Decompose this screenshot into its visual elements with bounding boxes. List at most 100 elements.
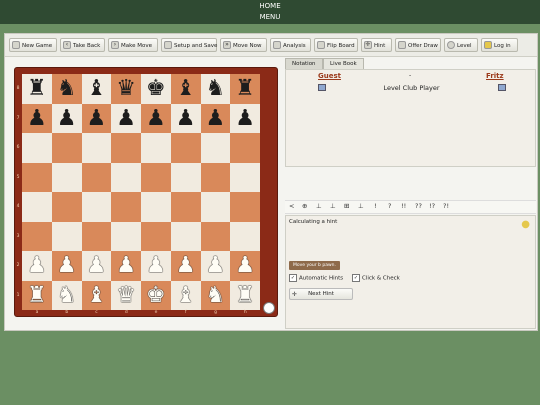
- white-queen-icon[interactable]: ♛: [111, 281, 141, 311]
- black-pawn-icon[interactable]: ♟: [82, 104, 112, 134]
- square-h5[interactable]: [230, 162, 260, 192]
- symbol-7[interactable]: !: [374, 202, 377, 210]
- square-b6[interactable]: [51, 133, 82, 163]
- black-pawn-icon[interactable]: ♟: [230, 104, 260, 134]
- square-h4[interactable]: [230, 192, 260, 222]
- white-knight-icon[interactable]: ♞: [201, 281, 231, 311]
- chess-board[interactable]: ♜ ♞ ♝ ♛ ♚ ♝ ♞ ♜ ♟ ♟ ♟ ♟ ♟ ♟ ♟ ♟ ♟ ♟ ♟ ♟ ♟ ♟ ♟ ♟ ♜ ♞ ♝ ♛ ♚ ♝ ♞ ♜: [22, 74, 260, 310]
- white-bishop-icon[interactable]: ♝: [82, 281, 112, 311]
- square-a4[interactable]: [22, 192, 52, 222]
- symbol-9[interactable]: !!: [401, 202, 406, 210]
- black-pawn-icon[interactable]: ♟: [201, 104, 231, 134]
- square-e4[interactable]: [141, 192, 171, 222]
- white-rook-icon[interactable]: ♜: [22, 281, 52, 311]
- square-d4[interactable]: [111, 192, 141, 222]
- log-in-button[interactable]: Log in: [481, 38, 518, 52]
- square-b3[interactable]: [51, 221, 82, 251]
- square-e5[interactable]: [141, 162, 171, 192]
- move-now-button[interactable]: » Move Now: [220, 38, 267, 52]
- symbol-4[interactable]: ⊥: [330, 202, 336, 210]
- black-pawn-icon[interactable]: ♟: [111, 104, 141, 134]
- menu-link[interactable]: MENU: [0, 12, 540, 23]
- square-a6[interactable]: [22, 133, 52, 163]
- flip-board-button[interactable]: Flip Board: [314, 38, 358, 52]
- white-pawn-icon[interactable]: ♟: [230, 251, 260, 281]
- symbol-5[interactable]: ⊞: [344, 202, 349, 210]
- white-pawn-icon[interactable]: ♟: [52, 251, 82, 281]
- white-king-icon[interactable]: ♚: [141, 281, 171, 311]
- symbol-11[interactable]: !?: [429, 202, 435, 210]
- black-pawn-icon[interactable]: ♟: [52, 104, 82, 134]
- new-game-button[interactable]: New Game: [9, 38, 57, 52]
- setup-save-button[interactable]: Setup and Save: [161, 38, 217, 52]
- white-pawn-icon[interactable]: ♟: [82, 251, 112, 281]
- white-pawn-icon[interactable]: ♟: [141, 251, 171, 281]
- hint-button[interactable]: ✛ Hint: [361, 38, 392, 52]
- symbol-12[interactable]: ?!: [443, 202, 449, 210]
- white-pawn-icon[interactable]: ♟: [171, 251, 201, 281]
- white-pawn-icon[interactable]: ♟: [201, 251, 231, 281]
- black-pawn-icon[interactable]: ♟: [141, 104, 171, 134]
- square-h3[interactable]: [230, 221, 260, 251]
- automatic-hints-checkbox[interactable]: ✓ Automatic Hints: [289, 274, 343, 282]
- black-rook-icon[interactable]: ♜: [22, 74, 52, 104]
- square-d3[interactable]: [111, 221, 141, 251]
- level-icon: [447, 41, 455, 49]
- black-king-icon[interactable]: ♚: [141, 74, 171, 104]
- hint-panel: Calculating a hint ● Move your b pawn. ✓…: [285, 215, 536, 329]
- square-f6[interactable]: [170, 133, 201, 163]
- square-c5[interactable]: [81, 162, 112, 192]
- symbol-1[interactable]: <: [289, 202, 294, 210]
- white-player-name[interactable]: Guest: [318, 72, 341, 80]
- square-b5[interactable]: [51, 162, 82, 192]
- square-g4[interactable]: [200, 192, 231, 222]
- black-bishop-icon[interactable]: ♝: [171, 74, 201, 104]
- black-knight-icon[interactable]: ♞: [201, 74, 231, 104]
- square-e3[interactable]: [141, 221, 171, 251]
- black-pawn-icon[interactable]: ♟: [22, 104, 52, 134]
- square-d5[interactable]: [111, 162, 141, 192]
- symbol-3[interactable]: ⊥: [316, 202, 322, 210]
- black-queen-icon[interactable]: ♛: [111, 74, 141, 104]
- white-rook-icon[interactable]: ♜: [230, 281, 260, 311]
- white-knight-icon[interactable]: ♞: [52, 281, 82, 311]
- black-pawn-icon[interactable]: ♟: [171, 104, 201, 134]
- square-d6[interactable]: [111, 133, 141, 163]
- white-pawn-icon[interactable]: ♟: [22, 251, 52, 281]
- analysis-button[interactable]: Analysis: [270, 38, 311, 52]
- home-link[interactable]: HOME: [0, 0, 540, 12]
- square-f5[interactable]: [170, 162, 201, 192]
- top-nav: HOME MENU: [0, 0, 540, 24]
- square-c3[interactable]: [81, 221, 112, 251]
- symbol-6[interactable]: ⊥: [358, 202, 364, 210]
- square-g3[interactable]: [200, 221, 231, 251]
- offer-draw-button[interactable]: Offer Draw: [395, 38, 441, 52]
- black-player-name[interactable]: Fritz: [486, 72, 504, 80]
- next-hint-button[interactable]: ✛ Next Hint: [289, 288, 353, 300]
- square-a5[interactable]: [22, 162, 52, 192]
- square-c4[interactable]: [81, 192, 112, 222]
- square-c6[interactable]: [81, 133, 112, 163]
- square-a3[interactable]: [22, 221, 52, 251]
- hint-move-button[interactable]: Move your b pawn.: [289, 261, 340, 270]
- make-move-button[interactable]: › Make Move: [108, 38, 158, 52]
- white-bishop-icon[interactable]: ♝: [171, 281, 201, 311]
- square-h6[interactable]: [230, 133, 260, 163]
- square-f3[interactable]: [170, 221, 201, 251]
- click-check-checkbox[interactable]: ✓ Click & Check: [352, 274, 400, 282]
- black-knight-icon[interactable]: ♞: [52, 74, 82, 104]
- symbol-2[interactable]: ⊕: [302, 202, 307, 210]
- square-f4[interactable]: [170, 192, 201, 222]
- white-pawn-icon[interactable]: ♟: [111, 251, 141, 281]
- new-game-icon: [12, 41, 20, 49]
- black-rook-icon[interactable]: ♜: [230, 74, 260, 104]
- symbol-8[interactable]: ?: [388, 202, 391, 210]
- square-g6[interactable]: [200, 133, 231, 163]
- square-b4[interactable]: [51, 192, 82, 222]
- take-back-button[interactable]: ‹ Take Back: [60, 38, 105, 52]
- level-button[interactable]: Level: [444, 38, 478, 52]
- black-bishop-icon[interactable]: ♝: [82, 74, 112, 104]
- square-g5[interactable]: [200, 162, 231, 192]
- square-e6[interactable]: [141, 133, 171, 163]
- symbol-10[interactable]: ??: [415, 202, 422, 210]
